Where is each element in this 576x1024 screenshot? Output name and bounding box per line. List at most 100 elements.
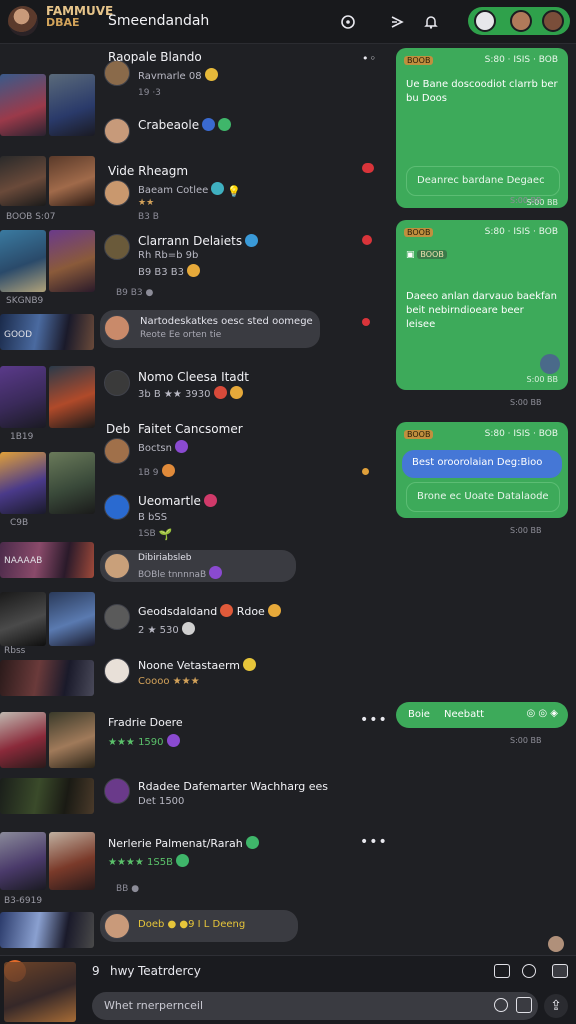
emoji-icon [245,234,259,247]
row-subtitle: Boctsn [138,440,188,454]
more-options-icon[interactable]: •◦ [362,52,377,65]
thumbnail[interactable] [49,366,95,428]
thumbnail[interactable] [0,156,46,206]
game-thumbnails[interactable] [0,366,95,428]
thumbnail[interactable] [49,592,95,646]
notification-badge[interactable] [362,468,369,475]
notification-badge[interactable] [362,163,374,173]
row-meta-2: B3 B [138,212,159,222]
thumbnail-wide[interactable] [0,778,94,814]
more-options-icon[interactable]: ••• [360,712,388,728]
message-meta: S:80 · ISIS · BOB [484,55,558,65]
user-avatar[interactable] [104,604,130,630]
user-avatar[interactable] [104,118,130,144]
emoji-picker-icon[interactable] [552,964,568,978]
game-thumbnails[interactable] [0,712,95,768]
row-meta: B9 B3 ● [116,288,154,298]
voice-icon[interactable] [494,998,508,1012]
thumbnail[interactable] [0,452,46,514]
camera-icon[interactable] [522,964,536,978]
thumbnail[interactable] [0,366,46,428]
mode-label-2[interactable]: Teatrdercy [138,964,201,978]
notification-badge[interactable] [362,318,370,326]
emoji-icon [174,440,188,453]
thumbnail[interactable] [4,962,76,1022]
user-avatar[interactable] [104,658,130,684]
thumbnail[interactable] [0,230,46,292]
channel-avatar[interactable] [8,6,38,36]
more-options-icon[interactable]: ••• [360,834,388,850]
incoming-message[interactable]: Dibiriabsleb BOBle tnnnnaB [100,550,296,582]
quoted-reply[interactable]: Brone ec Uoate Datalaode [406,482,560,512]
thumbnail[interactable] [0,592,46,646]
message-input[interactable]: Whet rnerpernceil [92,992,538,1020]
user-avatar[interactable] [104,494,130,520]
user-avatar[interactable] [104,553,130,579]
game-thumbnails[interactable] [0,452,95,514]
notification-bell-icon[interactable] [420,11,442,33]
user-avatar[interactable] [104,438,130,464]
attachment-icon[interactable] [516,997,532,1013]
row-title: Faitet Cancsomer [138,422,243,436]
gallery-icon[interactable] [494,964,510,978]
chip[interactable]: ▣ BOOB [406,250,447,260]
outgoing-message[interactable]: Boie Neebatt ◎ ◎ ◈ [396,702,568,728]
game-thumbnails[interactable] [0,592,95,646]
participants-pill[interactable] [468,7,570,35]
participant-avatar [474,10,496,32]
target-icon[interactable] [337,11,359,33]
thumbnail[interactable] [49,74,95,136]
row-meta-text: 1SB [138,529,156,539]
outgoing-message[interactable]: BOOB S:80 · ISIS · BOB Ue Bane doscoodio… [396,48,568,208]
row-meta: 19 ·3 [138,88,161,98]
emoji-icon [229,386,243,399]
user-avatar[interactable] [104,778,130,804]
game-thumbnails[interactable] [0,230,95,292]
outgoing-message[interactable]: BOOB S:80 · ISIS · BOB ▣ BOOB Daeeo anla… [396,220,568,390]
user-avatar[interactable] [104,315,130,341]
thumbnail-wide[interactable] [0,912,94,948]
row-title: Vide Rheagm [108,164,189,178]
quoted-reply[interactable]: Deanrec bardane Degaec [406,166,560,196]
thumbnail-wide[interactable] [0,660,94,696]
thumbnail[interactable] [0,832,46,890]
share-icon[interactable] [386,11,408,33]
thumb-caption: SKGNB9 [6,296,44,306]
thumbnail[interactable] [0,712,46,768]
thumbnail[interactable] [49,712,95,768]
row-title-text: Geodsdaldand [138,605,218,618]
message-text: Doeb ● ●9 I L Deeng [138,919,246,930]
row-meta: 1SB 🌱 [138,528,172,541]
row-title: Noone Vetastaerm [138,658,257,672]
send-icon[interactable]: ⇪ [544,994,568,1018]
sender-avatar [540,354,560,374]
emoji-icon [209,566,223,579]
row-title: Nerlerie Palmenat/Rarah [108,836,259,850]
game-thumbnails[interactable] [0,156,95,206]
incoming-message[interactable]: Doeb ● ●9 I L Deeng [100,910,298,942]
status-icons: ◎ ◎ ◈ [526,708,559,719]
user-avatar[interactable] [104,913,130,939]
thumbnail[interactable] [49,156,95,206]
message-text: Dibiriabsleb [138,553,192,563]
game-thumbnails[interactable] [0,832,95,890]
highlighted-reply[interactable]: Best oroorolaian Deg:Bioo [402,450,562,478]
game-thumbnails[interactable] [0,74,95,136]
mode-label[interactable]: hwy [110,964,135,978]
thumbnail[interactable] [0,74,46,136]
app-logo: FAMMUVE DBAE [46,5,113,37]
row-title-text: Crabeaole [138,118,200,132]
thumbnail[interactable] [49,832,95,890]
notification-badge[interactable] [362,235,372,245]
row-subtitle-text: ★★★ 1590 [108,737,164,748]
incoming-message[interactable]: Nartodeskatkes oesc sted oomege Reote Ee… [100,310,320,348]
thumbnail[interactable] [49,230,95,292]
user-avatar[interactable] [104,234,130,260]
row-subtitle-text: Ravmarle 08 [138,71,202,82]
thumbnail[interactable] [49,452,95,514]
user-avatar[interactable] [104,180,130,206]
emoji-icon [245,836,259,849]
outgoing-message[interactable]: BOOB S:80 · ISIS · BOB Best oroorolaian … [396,422,568,518]
user-avatar[interactable] [104,370,130,396]
message-subtext: BOBle tnnnnaB [138,566,223,580]
